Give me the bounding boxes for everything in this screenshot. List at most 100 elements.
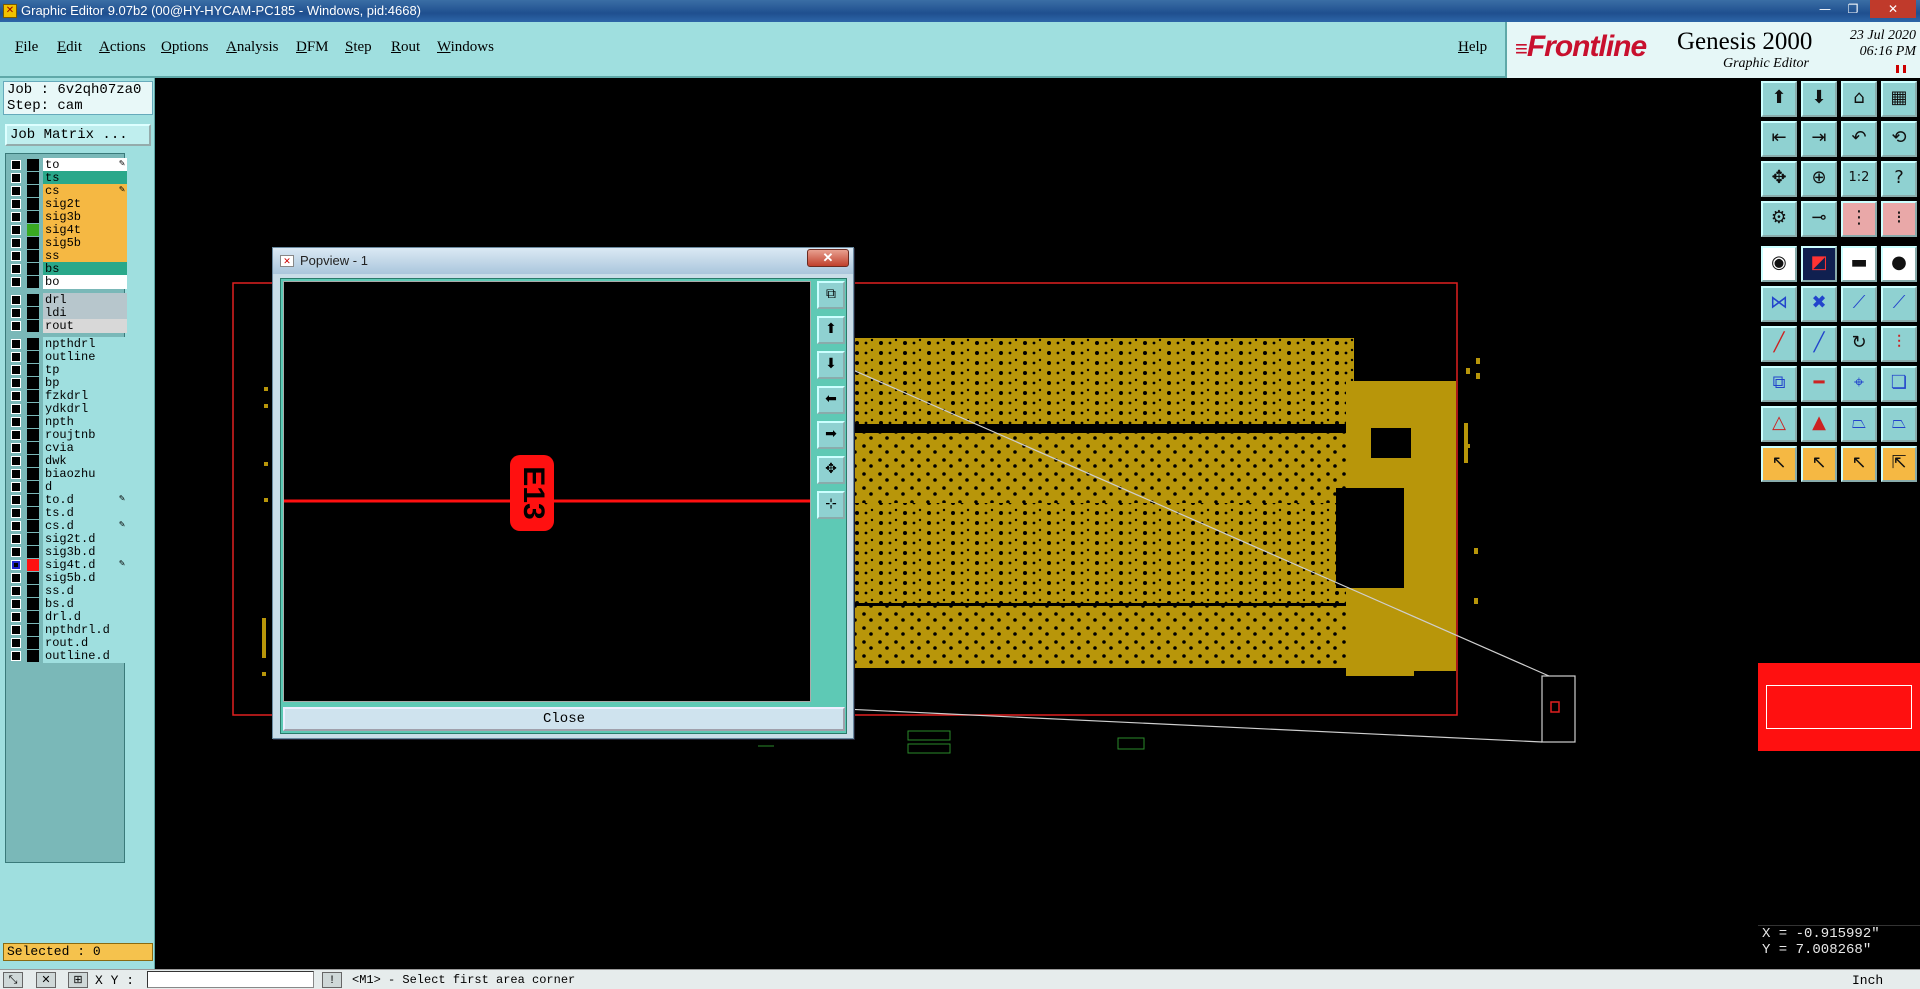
layer-color-swatch[interactable] [27, 237, 39, 249]
layer-name[interactable]: sig3b.d [43, 545, 127, 559]
layer-row[interactable]: outline [8, 350, 128, 364]
layer-color-swatch[interactable] [27, 159, 39, 171]
layer-name[interactable]: cs ✎ [43, 184, 127, 198]
layer-name[interactable]: sig4t [43, 223, 127, 237]
window-layout-icon[interactable]: ▦ [1881, 81, 1917, 117]
layer-name[interactable]: cs.d ✎ [43, 519, 127, 533]
trapezoid-a-icon[interactable]: ⏢ [1881, 406, 1917, 442]
save-job-icon[interactable]: ⬇ [1801, 81, 1837, 117]
layer-checkbox[interactable] [11, 495, 21, 505]
xy-input[interactable] [147, 971, 314, 988]
layer-row[interactable]: sig2t [8, 197, 128, 211]
layer-name[interactable]: ydkdrl [43, 402, 127, 416]
popview-zoom-home-icon[interactable]: ⧉ [817, 281, 845, 309]
layer-row[interactable]: cvia [8, 441, 128, 455]
layer-row[interactable]: npthdrl [8, 337, 128, 351]
layer-color-swatch[interactable] [27, 650, 39, 662]
layer-name[interactable]: bs [43, 262, 127, 276]
layer-checkbox[interactable] [11, 430, 21, 440]
layer-name[interactable]: outline [43, 350, 127, 364]
layer-row[interactable]: rout [8, 319, 128, 333]
layer-row[interactable]: sig3b.d [8, 545, 128, 559]
layer-row[interactable]: ss.d [8, 584, 128, 598]
layer-row[interactable]: sig4t.d ✎ [8, 558, 128, 572]
zoom-1to2-icon[interactable]: 1:2 [1841, 161, 1877, 197]
layer-name[interactable]: drl [43, 293, 127, 307]
select-net-icon[interactable]: ↖ [1841, 446, 1877, 482]
layer-name[interactable]: roujtnb [43, 428, 127, 442]
layer-name[interactable]: tp [43, 363, 127, 377]
layer-checkbox[interactable] [11, 391, 21, 401]
layer-checkbox[interactable] [11, 521, 21, 531]
layer-name[interactable]: bp [43, 376, 127, 390]
layer-row[interactable]: fzkdrl [8, 389, 128, 403]
layer-color-swatch[interactable] [27, 198, 39, 210]
layer-name[interactable]: sig4t.d ✎ [43, 558, 127, 572]
layer-checkbox[interactable] [11, 264, 21, 274]
menu-analysis[interactable]: Analysis [226, 39, 279, 56]
info-icon[interactable]: ! [322, 972, 342, 988]
layer-checkbox[interactable] [11, 651, 21, 661]
pan-right-icon[interactable]: ⇥ [1801, 121, 1837, 157]
menu-edit[interactable]: Edit [57, 39, 82, 56]
menu-help[interactable]: Help [1458, 39, 1487, 56]
menu-windows[interactable]: Windows [437, 39, 494, 56]
resize-icon[interactable]: ⌖ [1841, 366, 1877, 402]
layer-row[interactable]: dwk [8, 454, 128, 468]
menu-file[interactable]: File [15, 39, 38, 56]
layer-checkbox[interactable] [11, 352, 21, 362]
units-indicator[interactable]: Inch [1852, 973, 1883, 988]
select-arrow-icon[interactable]: ↖ [1761, 446, 1797, 482]
select-multi-icon[interactable]: ⇱ [1881, 446, 1917, 482]
popview-pan-up-icon[interactable]: ⬆ [817, 316, 845, 344]
help-query-icon[interactable]: ? [1881, 161, 1917, 197]
layer-name[interactable]: dwk [43, 454, 127, 468]
triangle-icon[interactable]: △ [1761, 406, 1797, 442]
home-icon[interactable]: ⌂ [1841, 81, 1877, 117]
job-matrix-button[interactable]: Job Matrix ... [5, 124, 151, 146]
trapezoid-icon[interactable]: ⏢ [1841, 406, 1877, 442]
layer-row[interactable]: npthdrl.d [8, 623, 128, 637]
layer-checkbox[interactable] [11, 456, 21, 466]
layer-color-swatch[interactable] [27, 263, 39, 275]
layer-name[interactable]: ts.d [43, 506, 127, 520]
layer-checkbox[interactable] [11, 308, 21, 318]
line-points-icon[interactable]: ⟋ [1841, 286, 1877, 322]
layer-row[interactable]: ydkdrl [8, 402, 128, 416]
layer-color-swatch[interactable] [27, 320, 39, 332]
popview-screen[interactable]: E13 [283, 281, 811, 702]
measure-pin-icon[interactable]: ⊸ [1801, 201, 1837, 237]
menu-actions[interactable]: Actions [99, 39, 146, 56]
layer-name[interactable]: ss [43, 249, 127, 263]
pad-line-icon[interactable]: ⟋ [1881, 286, 1917, 322]
menu-options[interactable]: Options [161, 39, 209, 56]
layer-row[interactable]: roujtnb [8, 428, 128, 442]
layer-row[interactable]: sig3b [8, 210, 128, 224]
layer-color-swatch[interactable] [27, 520, 39, 532]
layer-color-swatch[interactable] [27, 364, 39, 376]
layer-checkbox[interactable] [11, 173, 21, 183]
layer-row[interactable]: biaozhu [8, 467, 128, 481]
layer-checkbox[interactable] [11, 186, 21, 196]
layer-color-swatch[interactable] [27, 307, 39, 319]
layer-row[interactable]: bo [8, 275, 128, 289]
layer-row[interactable]: ts [8, 171, 128, 185]
layer-row[interactable]: to ✎ [8, 158, 128, 172]
layer-row[interactable]: bs.d [8, 597, 128, 611]
layer-name[interactable]: outline.d [43, 649, 127, 663]
layer-name[interactable]: d [43, 480, 127, 494]
open-job-icon[interactable]: ⬆ [1761, 81, 1797, 117]
layer-color-swatch[interactable] [27, 429, 39, 441]
layer-color-swatch[interactable] [27, 533, 39, 545]
layer-color-swatch[interactable] [27, 416, 39, 428]
layer-row[interactable]: sig5b [8, 236, 128, 250]
layer-checkbox[interactable] [11, 251, 21, 261]
layer-filter-icon[interactable]: ⋮ [1841, 201, 1877, 237]
layer-checkbox[interactable] [11, 625, 21, 635]
layer-color-swatch[interactable] [27, 403, 39, 415]
layer-color-swatch[interactable] [27, 211, 39, 223]
layer-name[interactable]: biaozhu [43, 467, 127, 481]
copy-feature-icon[interactable]: ⧉ [1761, 366, 1797, 402]
redraw-icon[interactable]: ⟲ [1881, 121, 1917, 157]
layer-name[interactable]: npthdrl [43, 337, 127, 351]
